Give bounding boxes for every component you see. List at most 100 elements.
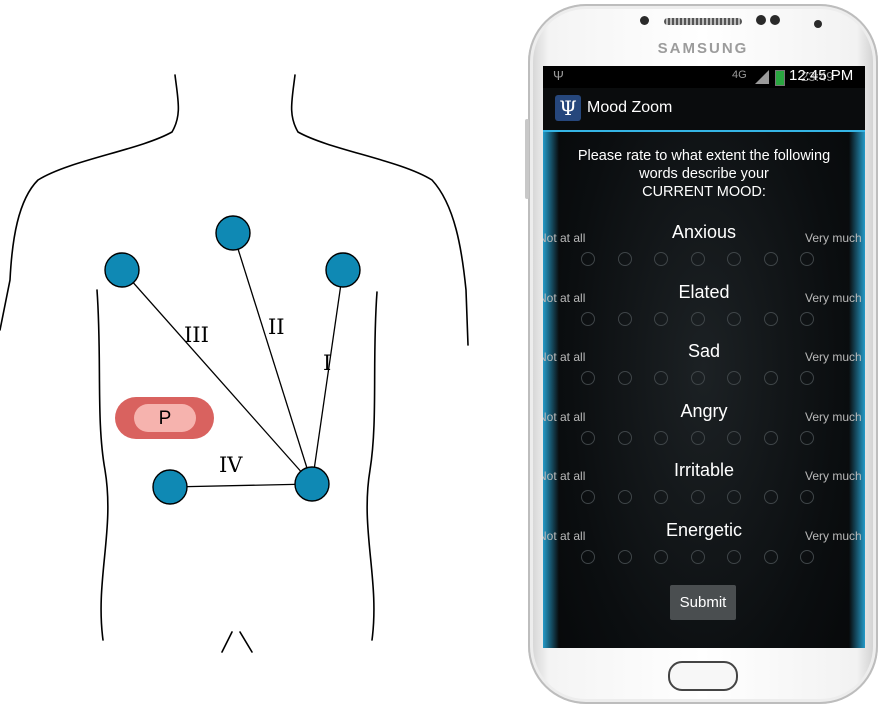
rating-radio-6[interactable] <box>763 430 778 445</box>
electrode-lower-right <box>152 469 188 505</box>
brand-logo: SAMSUNG <box>657 40 749 57</box>
usb-icon: Ψ <box>553 68 564 83</box>
front-camera-1 <box>756 15 766 25</box>
rating-radio-5[interactable] <box>727 550 741 564</box>
home-button[interactable] <box>668 661 738 691</box>
rating-radio-3[interactable] <box>654 252 668 266</box>
mood-item-angry: Not at allAngryVery much <box>543 401 865 458</box>
rating-radio-3[interactable] <box>654 311 668 326</box>
rating-radio-2[interactable] <box>617 311 632 326</box>
rating-radio-3[interactable] <box>654 550 668 564</box>
scale-label-high: Very much <box>805 350 862 365</box>
rating-radio-2[interactable] <box>617 550 632 564</box>
lead-label-i: I <box>323 351 331 375</box>
mood-prompt: Please rate to what extent the following… <box>543 147 865 201</box>
rating-radio-4[interactable] <box>690 490 705 505</box>
lead-line-iv <box>169 483 313 488</box>
prompt-line: Please rate to what extent the following <box>577 148 831 164</box>
mood-item-energetic: Not at allEnergeticVery much <box>543 520 865 577</box>
front-camera-2 <box>770 15 780 25</box>
scale-label-high: Very much <box>805 231 862 245</box>
rating-radio-5[interactable] <box>727 252 741 266</box>
rating-radio-group <box>581 550 841 566</box>
smartphone: SAMSUNG Ψ 4G 23:49 12:45 PM Ψ Mood Zoom … <box>525 4 878 704</box>
prompt-line: words describe your <box>639 166 769 182</box>
rating-radio-group <box>581 490 841 506</box>
rating-radio-3[interactable] <box>654 371 668 386</box>
rating-radio-6[interactable] <box>763 252 778 266</box>
rating-radio-7[interactable] <box>800 490 814 505</box>
app-title: Mood Zoom <box>587 99 673 116</box>
signal-icon <box>755 70 769 84</box>
submit-button[interactable]: Submit <box>670 585 736 620</box>
status-time: 12:45 PM <box>789 67 854 84</box>
torso-diagram: III II I IV P <box>0 74 469 653</box>
rating-radio-1[interactable] <box>581 371 595 386</box>
electrode-right-shoulder <box>104 252 140 288</box>
rating-radio-2[interactable] <box>617 490 632 505</box>
scale-label-high: Very much <box>805 409 862 424</box>
network-type: 4G <box>732 69 747 81</box>
battery-icon <box>775 70 785 86</box>
phone-screen: Ψ 4G 23:49 12:45 PM Ψ Mood Zoom Please r… <box>543 66 865 648</box>
front-camera-3 <box>814 20 822 28</box>
mood-item-anxious: Not at allAnxiousVery much <box>543 222 865 279</box>
rating-radio-6[interactable] <box>763 490 778 505</box>
volume-button <box>525 119 529 199</box>
patch-label: P <box>159 408 172 429</box>
rating-radio-group <box>581 311 841 328</box>
torso-side-right <box>366 291 378 641</box>
scale-label-high: Very much <box>805 290 862 305</box>
rating-radio-3[interactable] <box>654 430 668 445</box>
rating-radio-2[interactable] <box>617 430 632 445</box>
rating-radio-2[interactable] <box>617 371 632 386</box>
rating-radio-1[interactable] <box>581 550 595 564</box>
lead-label-iii: III <box>184 323 209 347</box>
sensor-patch: P <box>115 397 214 439</box>
mood-item-sad: Not at allSadVery much <box>543 341 865 398</box>
rating-radio-6[interactable] <box>763 371 778 386</box>
rating-radio-6[interactable] <box>763 311 778 326</box>
scale-label-high: Very much <box>805 469 862 484</box>
rating-radio-7[interactable] <box>800 550 814 564</box>
rating-radio-4[interactable] <box>690 550 705 564</box>
rating-radio-5[interactable] <box>727 430 741 445</box>
app-logo-icon[interactable]: Ψ <box>555 95 581 121</box>
scale-label-high: Very much <box>805 529 862 543</box>
rating-radio-1[interactable] <box>581 311 595 326</box>
rating-radio-4[interactable] <box>690 252 705 266</box>
rating-radio-2[interactable] <box>617 252 632 266</box>
torso-outline-left <box>0 74 180 331</box>
rating-radio-5[interactable] <box>727 490 741 505</box>
torso-outline-right <box>290 74 469 346</box>
electrode-lower-left <box>294 466 330 502</box>
rating-radio-5[interactable] <box>727 311 741 326</box>
lead-line-ii <box>232 232 313 485</box>
lead-label-iv: IV <box>219 453 243 477</box>
rating-radio-6[interactable] <box>763 550 778 564</box>
electrode-upper-center <box>215 215 251 251</box>
rating-radio-7[interactable] <box>800 252 814 266</box>
app-bar: Ψ Mood Zoom <box>543 88 865 132</box>
mood-item-irritable: Not at allIrritableVery much <box>543 460 865 517</box>
rating-radio-7[interactable] <box>800 311 814 326</box>
rating-radio-7[interactable] <box>800 371 814 386</box>
lead-line-i <box>311 269 344 485</box>
lead-line-iii <box>121 269 313 485</box>
rating-radio-4[interactable] <box>690 371 705 386</box>
rating-radio-group <box>581 252 841 268</box>
mood-item-elated: Not at allElatedVery much <box>543 282 865 339</box>
rating-radio-3[interactable] <box>654 490 668 505</box>
navel-lines <box>221 631 253 653</box>
prompt-line: CURRENT MOOD: <box>642 184 766 200</box>
rating-radio-4[interactable] <box>690 430 705 445</box>
lead-label-ii: II <box>268 315 285 339</box>
rating-radio-1[interactable] <box>581 490 595 505</box>
rating-radio-5[interactable] <box>727 371 741 386</box>
rating-radio-1[interactable] <box>581 252 595 266</box>
rating-radio-1[interactable] <box>581 430 595 445</box>
rating-radio-7[interactable] <box>800 430 814 445</box>
rating-radio-group <box>581 371 841 387</box>
earpiece-speaker <box>664 18 742 25</box>
rating-radio-4[interactable] <box>690 311 705 326</box>
